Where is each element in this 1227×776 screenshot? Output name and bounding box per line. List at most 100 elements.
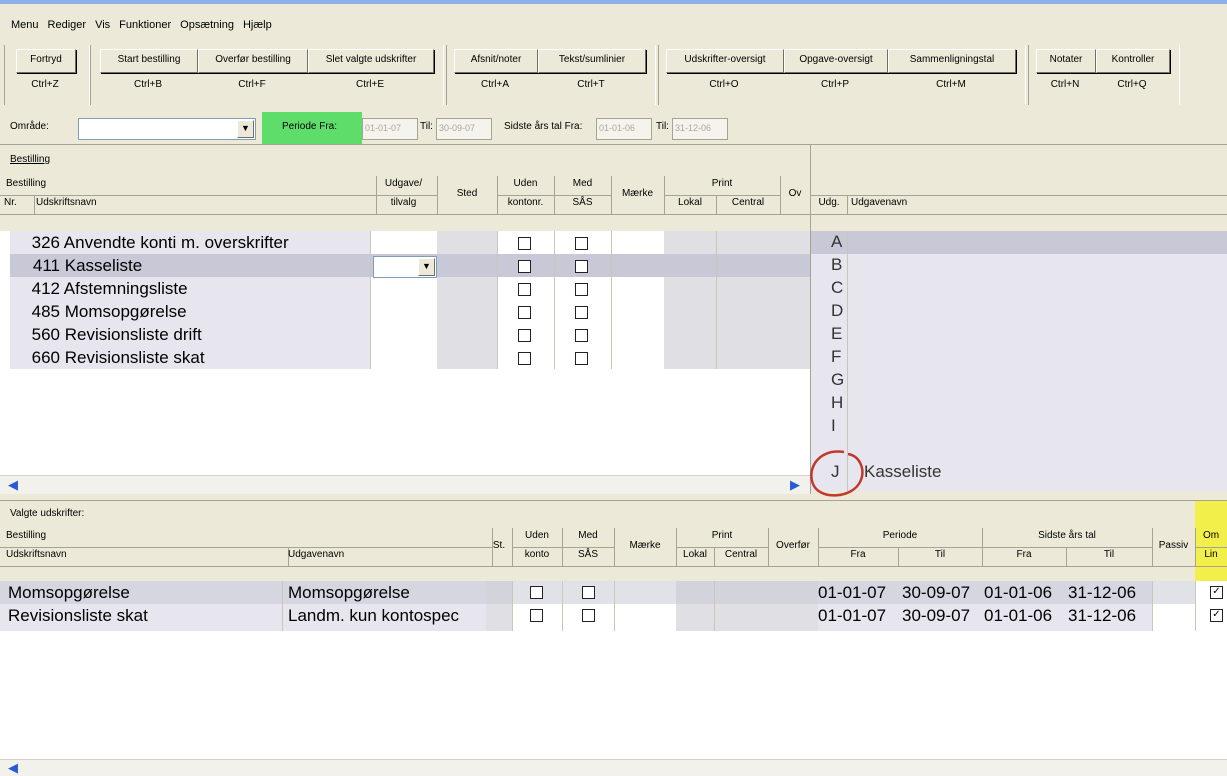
with-saas-checkbox[interactable]	[575, 237, 588, 250]
line-checkbox-checked[interactable]: ✓	[1210, 586, 1223, 599]
text-sumlines-shortcut: Ctrl+T	[577, 79, 605, 90]
without-account-checkbox[interactable]	[518, 237, 531, 250]
table-row[interactable]: 660 Revisionsliste skat	[10, 346, 205, 369]
table-row[interactable]: 326 Anvendte konti m. overskrifter	[10, 231, 289, 254]
col-lin: Lin	[1195, 547, 1227, 567]
last-year-to-field[interactable]: 31-12-06	[672, 118, 728, 140]
table-row[interactable]: Momsopgørelse Momsopgørelse 01-01-07 30-…	[0, 581, 1227, 604]
col-account-no: kontonr.	[497, 195, 555, 215]
control-button[interactable]: Kontroller	[1096, 49, 1170, 73]
scroll-left-icon[interactable]: ◀	[8, 761, 18, 775]
delete-selected-button[interactable]: Slet valgte udskrifter	[308, 49, 434, 73]
menu-item-menu[interactable]: Menu	[11, 19, 39, 31]
menu-item-hjaelp[interactable]: Hjælp	[243, 19, 272, 31]
notes-button[interactable]: Notater	[1036, 49, 1096, 73]
menu-item-opsaetning[interactable]: Opsætning	[180, 19, 234, 31]
line-checkbox-checked[interactable]: ✓	[1210, 609, 1223, 622]
without-account-checkbox[interactable]	[518, 352, 531, 365]
menu-bar: Menu Rediger Vis Funktioner Opsætning Hj…	[0, 16, 1227, 34]
col-last-year-to: Til	[1066, 547, 1153, 567]
without-account-checkbox[interactable]	[530, 586, 543, 599]
edition-letter[interactable]: D	[831, 301, 851, 321]
col-print: Print	[676, 528, 769, 548]
table-row[interactable]: Revisionsliste skat Landm. kun kontospec…	[0, 604, 1227, 627]
start-order-shortcut: Ctrl+B	[133, 79, 163, 90]
edition-letter[interactable]: F	[831, 347, 851, 367]
with-saas-checkbox[interactable]	[582, 586, 595, 599]
col-last-year: Sidste års tal	[982, 528, 1153, 548]
edition-letter[interactable]: B	[831, 255, 851, 275]
annotation-circle	[810, 450, 864, 497]
without-account-checkbox[interactable]	[518, 283, 531, 296]
with-saas-checkbox[interactable]	[575, 283, 588, 296]
table-row[interactable]: 560 Revisionsliste drift	[10, 323, 202, 346]
chevron-down-icon[interactable]: ▼	[237, 120, 254, 138]
without-account-checkbox[interactable]	[518, 306, 531, 319]
edition-letter[interactable]: A	[831, 232, 851, 252]
horizontal-scrollbar[interactable]: ◀ ▶	[0, 475, 810, 494]
last-year-from-field[interactable]: 01-01-06	[596, 118, 652, 140]
edition-letter[interactable]: H	[831, 393, 851, 413]
chevron-down-icon[interactable]: ▼	[418, 258, 435, 276]
edition-letter[interactable]: C	[831, 278, 851, 298]
horizontal-scrollbar[interactable]: ◀	[0, 759, 1227, 776]
edition-letter[interactable]: I	[831, 416, 851, 436]
edition-name[interactable]: Kasseliste	[864, 462, 941, 482]
table-row[interactable]: 485 Momsopgørelse	[10, 300, 187, 323]
col-passive: Passiv	[1152, 528, 1196, 567]
undo-button[interactable]: Fortryd	[16, 49, 76, 73]
with-saas-checkbox[interactable]	[575, 352, 588, 365]
period-from-field[interactable]: 01-01-07	[362, 118, 418, 140]
with-saas-checkbox[interactable]	[582, 609, 595, 622]
task-overview-shortcut: Ctrl+P	[820, 79, 850, 90]
start-order-button[interactable]: Start bestilling	[100, 49, 198, 73]
table-row[interactable]: 412 Afstemningsliste	[10, 277, 188, 300]
area-select[interactable]: ▼	[78, 118, 256, 140]
period-to-label: Til:	[420, 121, 433, 132]
prints-overview-shortcut: Ctrl+O	[709, 79, 739, 90]
edition-letter[interactable]: G	[831, 370, 851, 390]
edition-letter[interactable]: E	[831, 324, 851, 344]
comparison-figures-button[interactable]: Sammenligningstal	[888, 49, 1016, 73]
col-period-from: Fra	[818, 547, 899, 567]
col-addon: tilvalg	[370, 195, 438, 215]
comparison-figures-shortcut: Ctrl+M	[936, 79, 966, 90]
scroll-right-icon[interactable]: ▶	[790, 478, 800, 492]
menu-item-funktioner[interactable]: Funktioner	[119, 19, 171, 31]
with-saas-checkbox[interactable]	[575, 260, 588, 273]
col-with: Med	[554, 176, 612, 196]
transfer-order-button[interactable]: Overfør bestilling	[198, 49, 308, 73]
period-to-field[interactable]: 30-09-07	[436, 118, 492, 140]
selected-prints-label: Valgte udskrifter:	[10, 508, 85, 519]
col-udg: Udg.	[811, 195, 848, 215]
col-period-to: Til	[898, 547, 983, 567]
col-mark: Mærke	[614, 528, 677, 567]
without-account-checkbox[interactable]	[530, 609, 543, 622]
table-row[interactable]: 411 Kasseliste	[10, 254, 142, 277]
sections-notes-shortcut: Ctrl+A	[480, 79, 510, 90]
task-overview-button[interactable]: Opgave-oversigt	[784, 49, 888, 73]
with-saas-checkbox[interactable]	[575, 329, 588, 342]
col-local: Lokal	[676, 547, 715, 567]
col-central: Central	[716, 195, 781, 215]
scroll-left-icon[interactable]: ◀	[8, 478, 18, 492]
period-from-label: Periode Fra:	[282, 121, 338, 132]
col-last-year-from: Fra	[982, 547, 1067, 567]
without-account-checkbox[interactable]	[518, 329, 531, 342]
prints-overview-button[interactable]: Udskrifter-oversigt	[666, 49, 784, 73]
menu-item-rediger[interactable]: Rediger	[48, 19, 87, 31]
order-grid: Bestilling Bestilling Udgave/ Sted Uden …	[0, 144, 811, 494]
col-edition-name: Udgavenavn	[282, 547, 493, 567]
col-transfer: Overfør	[768, 528, 819, 567]
order-section-label: Bestilling	[10, 154, 51, 165]
with-saas-checkbox[interactable]	[575, 306, 588, 319]
menu-item-vis[interactable]: Vis	[95, 19, 110, 31]
selected-prints-grid: Valgte udskrifter: Bestilling St. Uden M…	[0, 500, 1227, 776]
col-account: konto	[512, 547, 563, 567]
col-without: Uden	[497, 176, 555, 196]
undo-shortcut: Ctrl+Z	[31, 79, 59, 90]
without-account-checkbox[interactable]	[518, 260, 531, 273]
text-sumlines-button[interactable]: Tekst/sumlinier	[538, 49, 646, 73]
sections-notes-button[interactable]: Afsnit/noter	[454, 49, 538, 73]
edition-select[interactable]: ▼	[373, 256, 437, 278]
